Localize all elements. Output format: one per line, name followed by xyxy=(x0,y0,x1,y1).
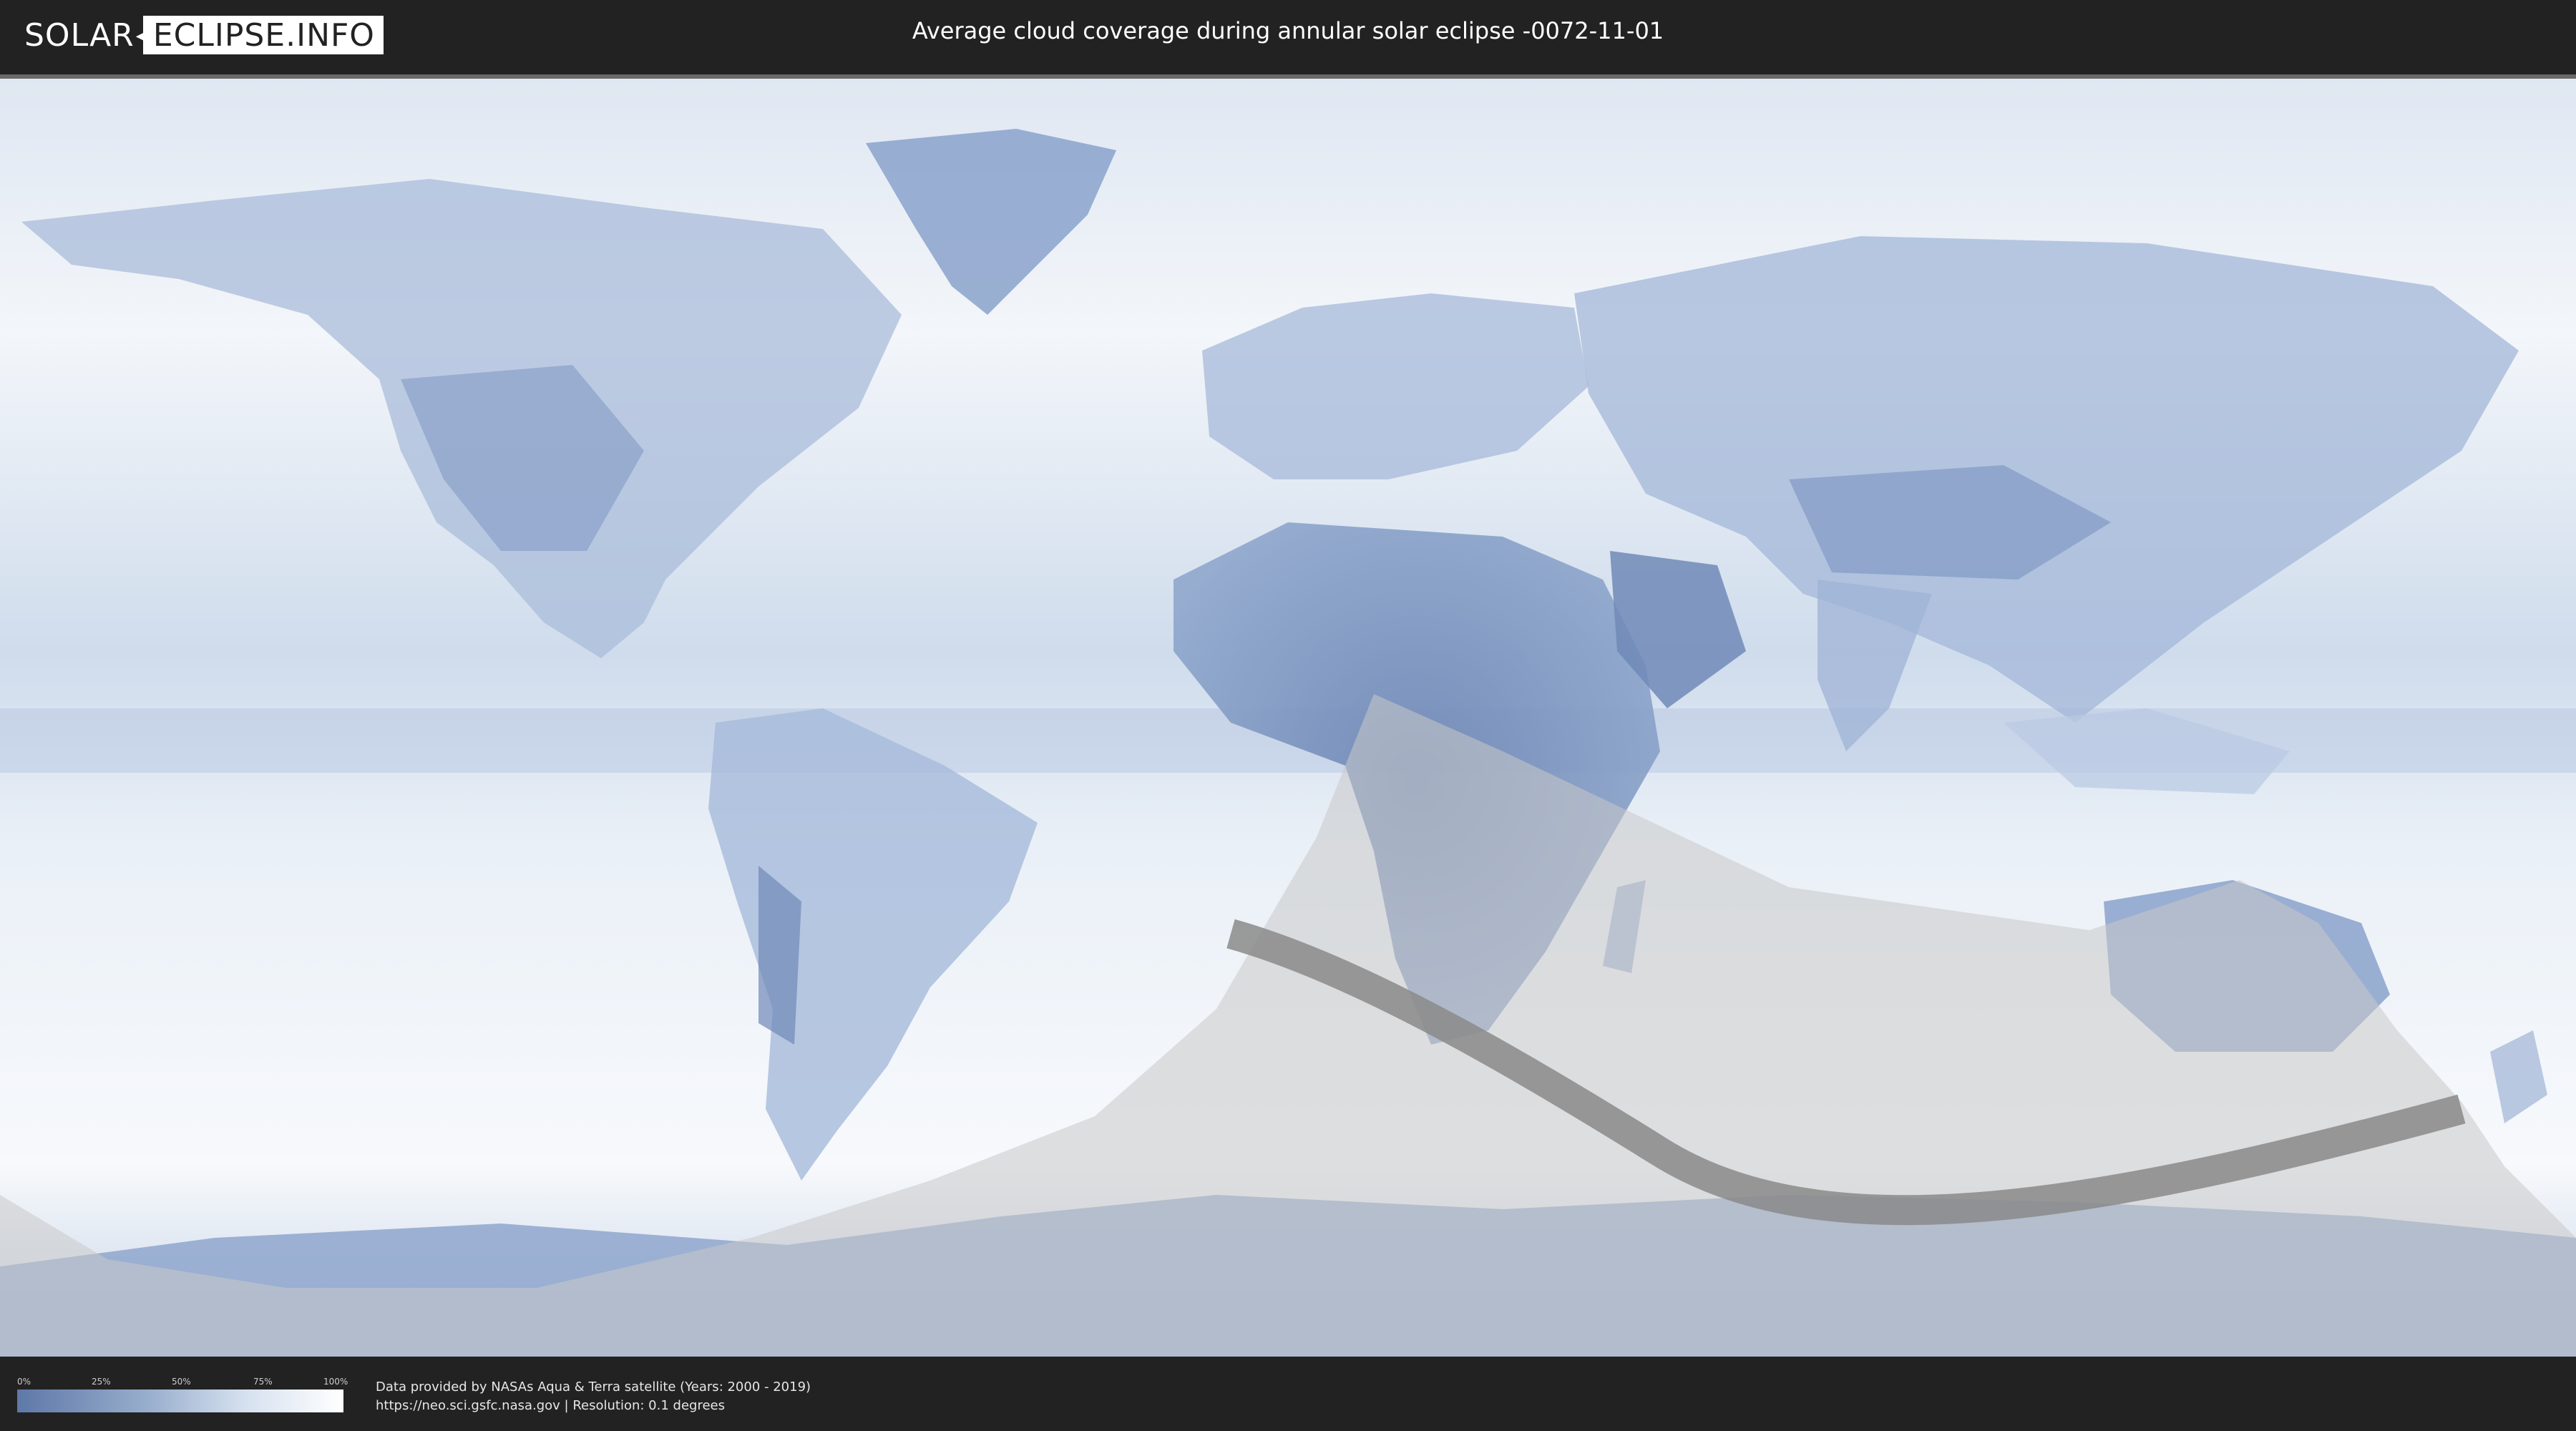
legend-tick-25: 25% xyxy=(92,1377,111,1387)
page-title: Average cloud coverage during annular so… xyxy=(912,17,1664,44)
legend-tick-75: 75% xyxy=(253,1377,273,1387)
top-bar: SOLAR ◂ ECLIPSE.INFO Average cloud cover… xyxy=(0,0,2576,72)
legend-ticks: 0% 25% 50% 75% 100% xyxy=(17,1377,348,1387)
legend-tick-100: 100% xyxy=(323,1377,348,1387)
logo-arrow-icon: ◂ xyxy=(135,22,147,48)
credit-line-url[interactable]: https://neo.sci.gsfc.nasa.gov | Resoluti… xyxy=(376,1397,811,1415)
legend-tick-50: 50% xyxy=(172,1377,191,1387)
legend-tick-0: 0% xyxy=(17,1377,31,1387)
cloud-coverage-legend-gradient xyxy=(17,1390,343,1412)
map-canvas xyxy=(0,79,2576,1357)
data-credit: Data provided by NASAs Aqua & Terra sate… xyxy=(376,1378,811,1415)
cloud-coverage-map[interactable] xyxy=(0,74,2576,1357)
credit-line-source: Data provided by NASAs Aqua & Terra sate… xyxy=(376,1379,811,1395)
